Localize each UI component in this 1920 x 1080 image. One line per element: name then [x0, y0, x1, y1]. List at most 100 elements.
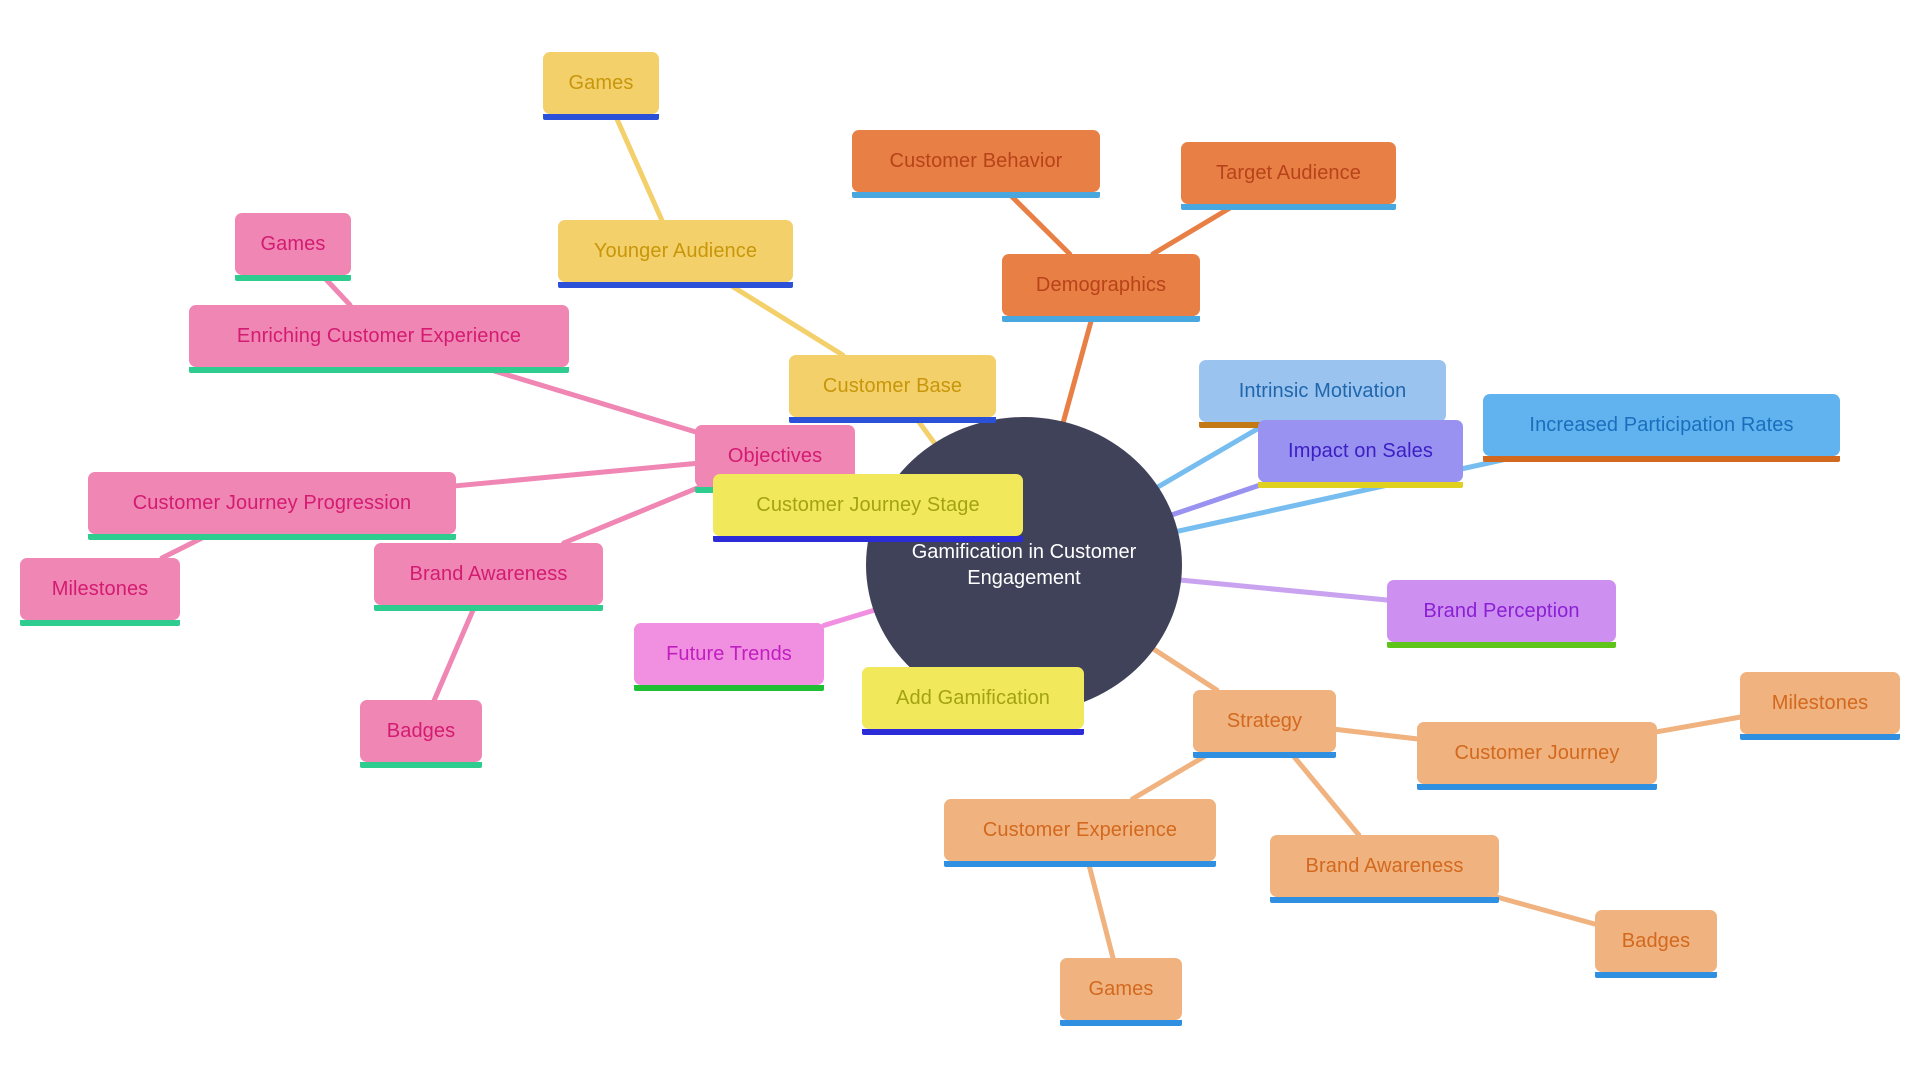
node-underline: [235, 275, 351, 281]
node-target_audience[interactable]: Target Audience: [1181, 142, 1396, 210]
edge-future_trends-to-center: [821, 607, 877, 628]
edge-impact_sales-to-center: [1170, 479, 1272, 518]
node-increased_part[interactable]: Increased Participation Rates: [1483, 394, 1840, 462]
edge-younger_audience-to-customer_base: [722, 279, 846, 358]
edge-customer_journey-to-strategy: [1333, 726, 1420, 742]
node-label: Badges: [386, 719, 456, 742]
node-underline: [374, 605, 603, 611]
node-strategy[interactable]: Strategy: [1193, 690, 1336, 758]
node-future_trends[interactable]: Future Trends: [634, 623, 824, 691]
node-label: Customer Behavior: [889, 149, 1063, 172]
mindmap-canvas: Gamification in Customer Engagement Game…: [0, 0, 1920, 1080]
edge-strategy-to-center: [1151, 646, 1220, 693]
node-label: Milestones: [51, 577, 149, 600]
node-brand_awareness_l[interactable]: Brand Awareness: [374, 543, 603, 611]
node-label: Strategy: [1226, 709, 1303, 732]
edge-games_bottom-to-customer_exp_bot: [1085, 858, 1116, 961]
node-label: Impact on Sales: [1288, 439, 1433, 462]
node-label: Games: [260, 232, 326, 255]
node-badges_left[interactable]: Badges: [360, 700, 482, 768]
node-younger_audience[interactable]: Younger Audience: [558, 220, 793, 288]
node-demographics[interactable]: Demographics: [1002, 254, 1200, 322]
node-intrinsic_motiv[interactable]: Intrinsic Motivation: [1199, 360, 1446, 428]
node-customer_exp_bot[interactable]: Customer Experience: [944, 799, 1216, 867]
edge-demographics-to-center: [1060, 313, 1095, 425]
node-underline: [558, 282, 793, 288]
edge-brand_awareness_b-to-strategy: [1287, 749, 1362, 838]
edge-badges_left-to-brand_awareness_l: [431, 602, 478, 703]
node-label: Customer Journey Progression: [132, 491, 412, 514]
node-label: Milestones: [1771, 691, 1869, 714]
node-milestones_right[interactable]: Milestones: [1740, 672, 1900, 740]
node-underline: [944, 861, 1216, 867]
node-customer_behavior[interactable]: Customer Behavior: [852, 130, 1100, 198]
edge-enriching_ce-to-objectives: [478, 364, 698, 435]
node-label: Games: [568, 71, 634, 94]
node-label: Brand Awareness: [1305, 854, 1464, 877]
node-underline: [1740, 734, 1900, 740]
node-underline: [88, 534, 456, 540]
node-label: Add Gamification: [896, 686, 1050, 709]
edge-brand_awareness_l-to-objectives: [561, 484, 703, 546]
edge-cust_journey_prog-to-objectives: [453, 460, 698, 489]
node-milestones_left[interactable]: Milestones: [20, 558, 180, 626]
node-label: Demographics: [1035, 273, 1167, 296]
node-label: Customer Base: [822, 374, 963, 397]
node-label: Enriching Customer Experience: [236, 324, 522, 347]
node-underline: [1270, 897, 1499, 903]
node-brand_perception[interactable]: Brand Perception: [1387, 580, 1616, 648]
node-underline: [713, 536, 1023, 542]
center-node-label: Gamification in Customer Engagement: [911, 541, 1137, 589]
node-games_bottom[interactable]: Games: [1060, 958, 1182, 1026]
node-add_gamification[interactable]: Add Gamification: [862, 667, 1084, 735]
node-underline: [189, 367, 569, 373]
node-label: Customer Experience: [982, 818, 1178, 841]
node-brand_awareness_b[interactable]: Brand Awareness: [1270, 835, 1499, 903]
node-underline: [862, 729, 1084, 735]
node-label: Customer Journey: [1454, 741, 1620, 764]
node-underline: [1193, 752, 1336, 758]
node-underline: [1595, 972, 1717, 978]
node-customer_journey[interactable]: Customer Journey: [1417, 722, 1657, 790]
edge-milestones_right-to-customer_journey: [1654, 714, 1743, 735]
node-underline: [1387, 642, 1616, 648]
edge-games_top-to-younger_audience: [612, 111, 665, 223]
node-underline: [1002, 316, 1200, 322]
edge-intrinsic_motiv-to-center: [1155, 419, 1272, 490]
node-underline: [852, 192, 1100, 198]
node-underline: [1060, 1020, 1182, 1026]
node-enriching_ce[interactable]: Enriching Customer Experience: [189, 305, 569, 373]
edge-customer_behavior-to-demographics: [1004, 189, 1073, 257]
edge-target_audience-to-demographics: [1150, 201, 1240, 257]
node-games_top[interactable]: Games: [543, 52, 659, 120]
node-label: Increased Participation Rates: [1529, 413, 1794, 436]
node-label: Objectives: [727, 444, 823, 467]
node-underline: [1417, 784, 1657, 790]
node-customer_base[interactable]: Customer Base: [789, 355, 996, 423]
node-underline: [20, 620, 180, 626]
node-cust_journey_stg[interactable]: Customer Journey Stage: [713, 474, 1023, 542]
node-underline: [634, 685, 824, 691]
node-games_left[interactable]: Games: [235, 213, 351, 281]
node-label: Brand Awareness: [409, 562, 568, 585]
node-label: Games: [1088, 977, 1154, 1000]
edge-brand_perception-to-center: [1178, 577, 1390, 603]
node-label: Target Audience: [1216, 161, 1361, 184]
node-label: Customer Journey Stage: [756, 493, 980, 516]
node-label: Brand Perception: [1423, 599, 1580, 622]
node-underline: [543, 114, 659, 120]
node-label: Younger Audience: [593, 239, 758, 262]
node-underline: [1181, 204, 1396, 210]
node-label: Intrinsic Motivation: [1238, 379, 1407, 402]
node-cust_journey_prog[interactable]: Customer Journey Progression: [88, 472, 456, 540]
edge-customer_exp_bot-to-strategy: [1129, 749, 1215, 802]
node-underline: [1483, 456, 1840, 462]
node-underline: [789, 417, 996, 423]
node-label: Badges: [1621, 929, 1691, 952]
node-impact_sales[interactable]: Impact on Sales: [1258, 420, 1463, 488]
edge-badges_right-to-brand_awareness_b: [1494, 894, 1598, 927]
node-label: Future Trends: [666, 642, 792, 665]
node-underline: [360, 762, 482, 768]
node-badges_right[interactable]: Badges: [1595, 910, 1717, 978]
node-underline: [1258, 482, 1463, 488]
